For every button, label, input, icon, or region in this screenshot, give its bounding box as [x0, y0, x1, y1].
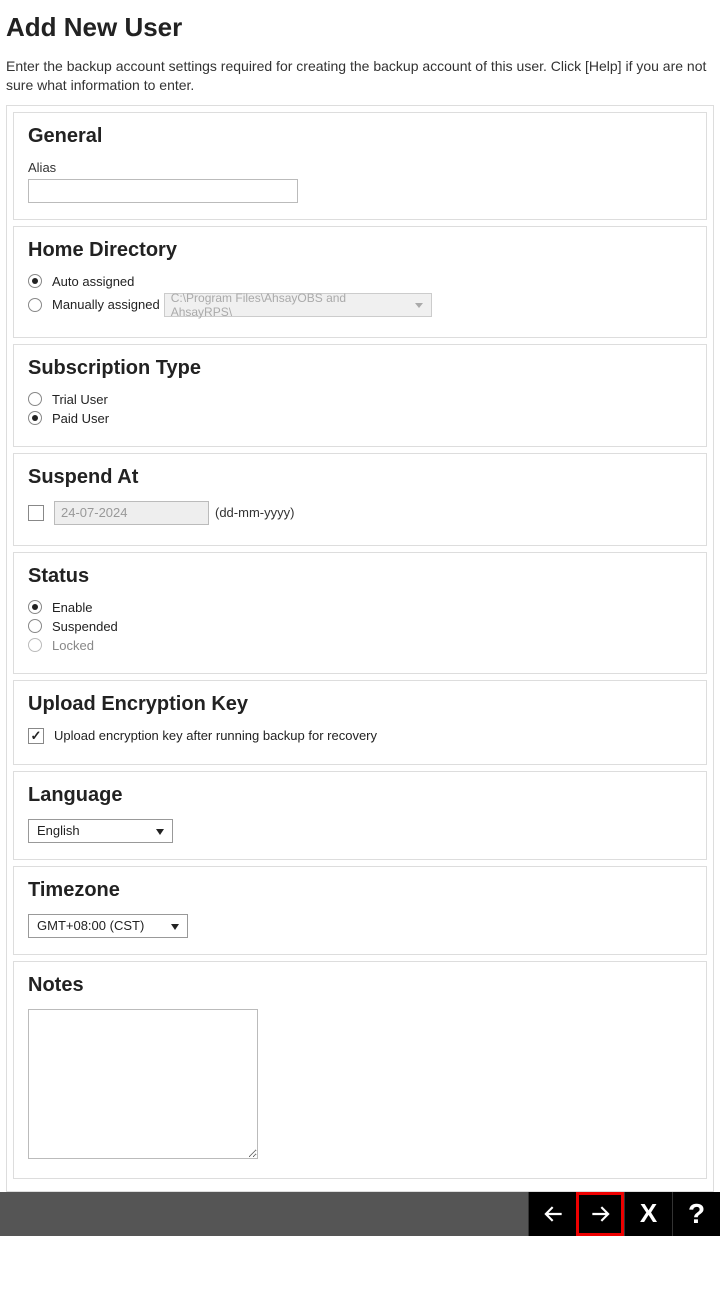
radio-paid-user[interactable]: Paid User — [28, 411, 692, 426]
suspend-date-value: 24-07-2024 — [61, 505, 128, 520]
section-title-timezone: Timezone — [28, 879, 692, 902]
language-select-value: English — [37, 823, 80, 838]
timezone-select[interactable]: GMT+08:00 (CST) — [28, 914, 188, 938]
radio-manually-assigned[interactable]: Manually assigned C:\Program Files\Ahsay… — [28, 293, 692, 317]
section-title-upload-encryption-key: Upload Encryption Key — [28, 693, 692, 716]
section-upload-encryption-key: Upload Encryption Key Upload encryption … — [13, 680, 707, 765]
help-button[interactable]: ? — [672, 1192, 720, 1236]
section-home-directory: Home Directory Auto assigned Manually as… — [13, 226, 707, 338]
radio-label: Enable — [52, 600, 92, 615]
radio-icon — [28, 392, 42, 406]
alias-label: Alias — [28, 160, 692, 175]
back-button[interactable] — [528, 1192, 576, 1236]
radio-icon — [28, 411, 42, 425]
home-directory-path-select[interactable]: C:\Program Files\AhsayOBS and AhsayRPS\ — [164, 293, 432, 317]
section-title-language: Language — [28, 784, 692, 807]
close-icon: X — [640, 1198, 657, 1229]
section-language: Language English — [13, 771, 707, 860]
radio-status-enable[interactable]: Enable — [28, 600, 692, 615]
radio-icon — [28, 298, 42, 312]
radio-icon — [28, 274, 42, 288]
section-timezone: Timezone GMT+08:00 (CST) — [13, 866, 707, 955]
section-title-status: Status — [28, 565, 692, 588]
cancel-button[interactable]: X — [624, 1192, 672, 1236]
radio-label: Suspended — [52, 619, 118, 634]
arrow-right-icon — [588, 1201, 614, 1227]
radio-label: Manually assigned — [52, 297, 160, 312]
page-title: Add New User — [6, 12, 714, 43]
next-button[interactable] — [576, 1192, 624, 1236]
radio-icon — [28, 619, 42, 633]
timezone-select-value: GMT+08:00 (CST) — [37, 918, 144, 933]
arrow-left-icon — [540, 1201, 566, 1227]
section-title-home-directory: Home Directory — [28, 239, 692, 262]
section-title-subscription-type: Subscription Type — [28, 357, 692, 380]
radio-icon — [28, 638, 42, 652]
section-title-notes: Notes — [28, 974, 692, 997]
alias-input[interactable] — [28, 179, 298, 203]
radio-auto-assigned[interactable]: Auto assigned — [28, 274, 692, 289]
suspend-date-input[interactable]: 24-07-2024 — [54, 501, 209, 525]
upload-key-checkbox-label: Upload encryption key after running back… — [54, 728, 377, 743]
radio-label: Locked — [52, 638, 94, 653]
radio-label: Trial User — [52, 392, 108, 407]
radio-label: Paid User — [52, 411, 109, 426]
page-intro: Enter the backup account settings requir… — [6, 57, 714, 95]
suspend-checkbox[interactable] — [28, 505, 44, 521]
path-select-value: C:\Program Files\AhsayOBS and AhsayRPS\ — [171, 291, 409, 319]
notes-textarea[interactable] — [28, 1009, 258, 1159]
radio-status-suspended[interactable]: Suspended — [28, 619, 692, 634]
section-notes: Notes — [13, 961, 707, 1179]
section-title-general: General — [28, 125, 692, 148]
radio-label: Auto assigned — [52, 274, 134, 289]
section-suspend-at: Suspend At 24-07-2024 (dd-mm-yyyy) — [13, 453, 707, 546]
section-subscription-type: Subscription Type Trial User Paid User — [13, 344, 707, 447]
upload-key-checkbox-row[interactable]: Upload encryption key after running back… — [28, 728, 692, 744]
radio-trial-user[interactable]: Trial User — [28, 392, 692, 407]
radio-icon — [28, 600, 42, 614]
language-select[interactable]: English — [28, 819, 173, 843]
section-title-suspend-at: Suspend At — [28, 466, 692, 489]
suspend-format-hint: (dd-mm-yyyy) — [215, 505, 294, 520]
section-general: General Alias — [13, 112, 707, 220]
footer-bar: X ? — [0, 1192, 720, 1236]
help-icon: ? — [688, 1198, 705, 1230]
section-status: Status Enable Suspended Locked — [13, 552, 707, 674]
upload-key-checkbox — [28, 728, 44, 744]
form-container: General Alias Home Directory Auto assign… — [6, 105, 714, 1192]
radio-status-locked[interactable]: Locked — [28, 638, 692, 653]
